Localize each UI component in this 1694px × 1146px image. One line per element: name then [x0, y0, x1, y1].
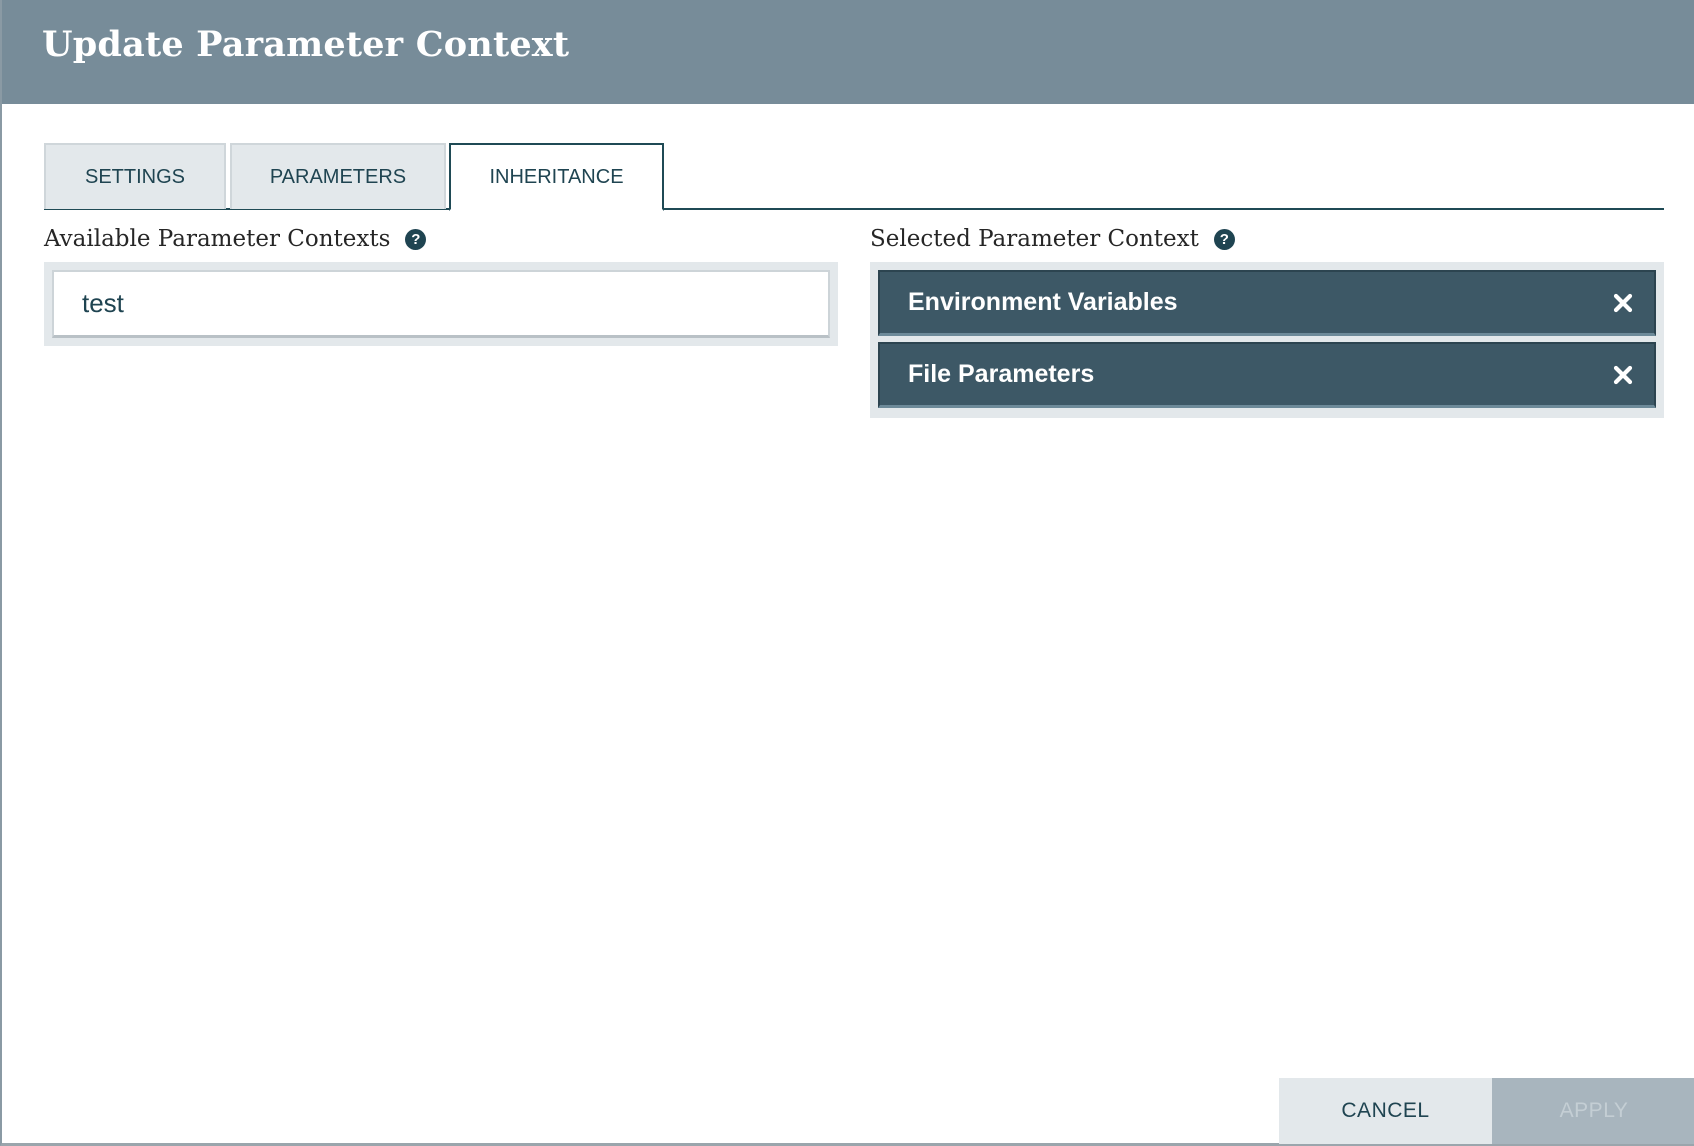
- selected-contexts-list: Environment Variables File Parameters: [870, 262, 1664, 418]
- selected-context-item-label: File Parameters: [908, 360, 1095, 388]
- available-contexts-label-text: Available Parameter Contexts: [44, 226, 391, 252]
- selected-context-item-environment-variables[interactable]: Environment Variables: [878, 270, 1656, 336]
- selected-context-label-text: Selected Parameter Context: [870, 226, 1199, 252]
- available-contexts-list: test: [44, 262, 838, 346]
- selected-context-label: Selected Parameter Context ?: [870, 226, 1235, 252]
- apply-button[interactable]: APPLY: [1492, 1078, 1694, 1144]
- update-parameter-context-dialog: Update Parameter Context SETTINGS PARAME…: [0, 0, 1694, 1146]
- tab-bar: SETTINGS PARAMETERS INHERITANCE: [44, 143, 1664, 211]
- available-context-item-test[interactable]: test: [52, 270, 830, 338]
- available-contexts-label: Available Parameter Contexts ?: [44, 226, 427, 252]
- help-icon[interactable]: ?: [1213, 228, 1235, 250]
- dialog-header: Update Parameter Context: [2, 0, 1694, 104]
- tab-settings[interactable]: SETTINGS: [44, 143, 226, 209]
- close-icon[interactable]: [1610, 362, 1636, 388]
- tab-parameters[interactable]: PARAMETERS: [230, 143, 446, 209]
- help-icon[interactable]: ?: [405, 228, 427, 250]
- tab-inheritance[interactable]: INHERITANCE: [449, 143, 664, 211]
- selected-context-item-label: Environment Variables: [908, 288, 1178, 316]
- dialog-title: Update Parameter Context: [42, 24, 570, 65]
- close-icon[interactable]: [1610, 290, 1636, 316]
- selected-context-item-file-parameters[interactable]: File Parameters: [878, 342, 1656, 408]
- cancel-button[interactable]: CANCEL: [1279, 1078, 1492, 1144]
